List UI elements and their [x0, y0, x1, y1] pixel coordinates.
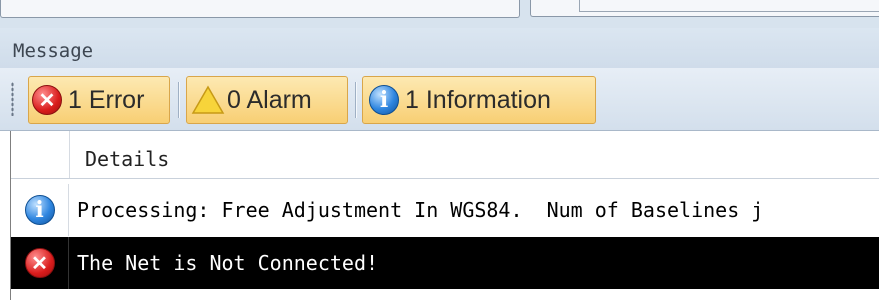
upper-right-panel [530, 0, 879, 17]
row-icon-cell: ✕ [11, 237, 69, 289]
information-filter-button[interactable]: i 1 Information [362, 76, 596, 124]
message-grid: Details i Processing: Free Adjustment In… [10, 131, 879, 300]
grid-header: Details [11, 131, 879, 179]
row-icon-cell: i [11, 184, 69, 236]
alarm-filter-button[interactable]: 0 Alarm [186, 76, 348, 124]
error-icon: ✕ [32, 85, 62, 115]
message-row-info[interactable]: i Processing: Free Adjustment In WGS84. … [11, 184, 879, 236]
error-filter-label: 1 Error [68, 85, 145, 114]
warning-icon [191, 85, 225, 114]
upper-left-panel [0, 0, 520, 18]
message-filter-toolbar: ✕ 1 Error 0 Alarm i 1 Information [0, 68, 879, 131]
column-header-details[interactable]: Details [85, 147, 169, 171]
toolbar-separator [178, 82, 180, 118]
message-text: The Net is Not Connected! [77, 251, 379, 275]
message-panel-title: Message [13, 40, 94, 62]
info-icon: i [369, 85, 399, 115]
message-text: Processing: Free Adjustment In WGS84. Nu… [77, 198, 764, 222]
error-icon: ✕ [24, 248, 55, 278]
message-panel-header: Message [0, 28, 879, 68]
info-icon: i [24, 195, 55, 225]
toolbar-separator [355, 82, 357, 118]
toolbar-grip-handle[interactable] [11, 82, 14, 116]
alarm-filter-label: 0 Alarm [227, 85, 312, 114]
message-row-error-selected[interactable]: ✕ The Net is Not Connected! [11, 237, 879, 289]
error-filter-button[interactable]: ✕ 1 Error [28, 76, 170, 124]
grid-header-icon-column [11, 131, 70, 178]
information-filter-label: 1 Information [405, 85, 551, 114]
upper-panel-area [0, 0, 879, 28]
